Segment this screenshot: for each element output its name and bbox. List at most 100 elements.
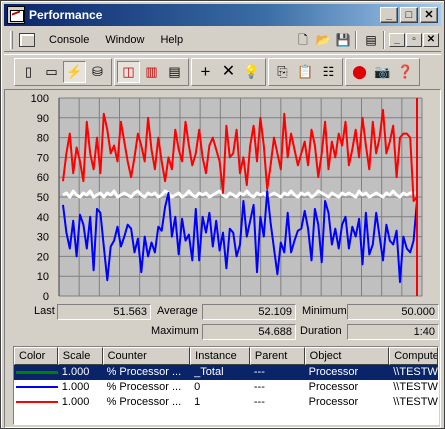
- y-tick-label: 90: [37, 113, 49, 125]
- performance-graph[interactable]: 1009080706050403020100: [9, 90, 439, 302]
- menu-window[interactable]: Window: [97, 34, 152, 46]
- properties-icon[interactable]: ☷: [317, 61, 340, 83]
- duration-value: 1:40: [347, 324, 439, 340]
- view-log-data-icon[interactable]: ⛁: [86, 61, 109, 83]
- legend-counter: % Processor ...: [106, 366, 182, 378]
- y-tick-label: 60: [37, 172, 49, 184]
- column-color[interactable]: Color: [14, 347, 58, 365]
- legend-instance: 0: [194, 381, 201, 393]
- column-parent[interactable]: Parent: [249, 347, 305, 365]
- last-value: 51.563: [57, 304, 151, 320]
- minimize-button[interactable]: _: [380, 7, 398, 23]
- legend-computer: \\TESTW: [393, 381, 438, 393]
- new-counter-set-icon[interactable]: ▯: [17, 61, 40, 83]
- last-label: Last: [34, 305, 55, 317]
- toolbar-group-update: ⬤ 📷 ❓: [345, 57, 420, 86]
- toolbar-group-display: ◫ ▥ ▤: [114, 57, 189, 86]
- menu-help[interactable]: Help: [152, 34, 191, 46]
- toolbar: ▯ ▭ ⚡ ⛁ ◫ ▥ ▤ + ✕ 💡 ⎘ 📋 ☷ ⬤ 📷 ❓: [4, 54, 441, 88]
- y-tick-label: 10: [37, 271, 49, 283]
- view-current-activity-icon[interactable]: ⚡: [63, 60, 86, 83]
- legend-scale: 1.000: [61, 396, 90, 408]
- add-counter-icon[interactable]: +: [194, 61, 217, 83]
- save-icon[interactable]: 💾: [334, 31, 352, 49]
- y-tick-label: 80: [37, 133, 49, 145]
- y-tick-label: 20: [37, 251, 49, 263]
- column-instance[interactable]: Instance: [190, 347, 250, 365]
- menu-bar: Console Window Help 🗋 📂 💾 ▤ _ ▫ ✕: [4, 28, 441, 52]
- legend-scale: 1.000: [61, 366, 90, 378]
- legend-parent: ---: [253, 396, 265, 408]
- legend-row[interactable]: 1.000 % Processor ... 0 --- Processor \\TESTW: [14, 380, 438, 395]
- view-report-icon[interactable]: ▤: [163, 61, 186, 83]
- legend-computer: \\TESTW: [393, 366, 438, 378]
- title-bar[interactable]: Performance _ □ ✕: [4, 4, 441, 26]
- highlight-icon[interactable]: 💡: [240, 61, 263, 83]
- freeze-display-icon[interactable]: ⬤: [348, 61, 371, 83]
- system-monitor-pane: 100 90 80 70 60 50 40 30 20 10 0 Last 51.563 Avera…: [4, 89, 441, 428]
- y-tick-label: 30: [37, 232, 49, 244]
- legend-scale: 1.000: [61, 381, 90, 393]
- column-object[interactable]: Object: [304, 347, 390, 365]
- legend-color-cell: [14, 365, 58, 380]
- column-counter[interactable]: Counter: [102, 347, 191, 365]
- child-restore-button[interactable]: ▫: [406, 32, 422, 47]
- y-tick-label: 70: [37, 152, 49, 164]
- y-tick-label: 50: [37, 192, 49, 204]
- legend-header: Color Scale Counter Instance Parent Obje…: [14, 347, 438, 365]
- average-value: 52.109: [202, 304, 296, 320]
- legend-color-cell: [14, 395, 58, 410]
- legend-object: Processor: [308, 381, 359, 393]
- console-system-menu-icon[interactable]: [19, 32, 35, 47]
- clear-display-icon[interactable]: ▭: [40, 61, 63, 83]
- duration-label: Duration: [300, 325, 342, 337]
- window-title: Performance: [29, 8, 103, 22]
- update-data-icon[interactable]: 📷: [371, 61, 394, 83]
- minimum-value: 50.000: [347, 304, 439, 320]
- legend-row[interactable]: 1.000 % Processor ... _Total --- Processor \\…: [14, 365, 438, 380]
- maximize-button[interactable]: □: [400, 7, 418, 23]
- performance-window: Performance _ □ ✕ Console Window Help 🗋 …: [0, 0, 445, 429]
- legend-counter: % Processor ...: [106, 381, 182, 393]
- view-histogram-icon[interactable]: ▥: [140, 61, 163, 83]
- legend-object: Processor: [308, 366, 359, 378]
- child-close-button[interactable]: ✕: [423, 32, 439, 47]
- legend-instance: 1: [194, 396, 201, 408]
- delete-counter-icon[interactable]: ✕: [217, 61, 240, 83]
- minimum-label: Minimum: [302, 305, 347, 317]
- legend-color-swatch: [16, 370, 58, 374]
- legend-computer: \\TESTW: [393, 396, 438, 408]
- y-axis-labels: 1009080706050403020100: [31, 93, 49, 302]
- legend-rows: 1.000 % Processor ... _Total --- Processor \\…: [14, 365, 438, 410]
- close-button[interactable]: ✕: [420, 7, 438, 23]
- legend-color-swatch: [16, 386, 58, 389]
- column-scale[interactable]: Scale: [57, 347, 103, 365]
- toolbar-group-view: ▯ ▭ ⚡ ⛁: [14, 57, 112, 86]
- copy-properties-icon[interactable]: ⎘: [271, 61, 294, 83]
- performance-app-icon[interactable]: [7, 6, 25, 24]
- maximum-value: 54.688: [202, 324, 296, 340]
- legend-object: Processor: [308, 396, 359, 408]
- legend-row[interactable]: 1.000 % Processor ... 1 --- Processor \\TESTW: [14, 395, 438, 410]
- new-file-icon[interactable]: 🗋: [294, 31, 312, 49]
- legend-parent: ---: [253, 366, 265, 378]
- toolbar-group-counters: + ✕ 💡: [191, 57, 266, 86]
- y-tick-label: 100: [31, 93, 49, 105]
- y-tick-label: 0: [43, 291, 49, 302]
- view-graph-icon[interactable]: ◫: [117, 60, 140, 83]
- open-folder-icon[interactable]: 📂: [314, 31, 332, 49]
- console-tree-icon[interactable]: ▤: [362, 31, 380, 49]
- paste-counter-list-icon[interactable]: 📋: [294, 61, 317, 83]
- help-icon[interactable]: ❓: [394, 61, 417, 83]
- menu-console[interactable]: Console: [41, 34, 97, 46]
- average-label: Average: [157, 305, 198, 317]
- legend-instance: _Total: [194, 366, 224, 378]
- toolbar-group-edit: ⎘ 📋 ☷: [268, 57, 343, 86]
- counter-legend[interactable]: Color Scale Counter Instance Parent Obje…: [13, 346, 439, 425]
- maximum-label: Maximum: [151, 325, 199, 337]
- menu-grip: [10, 30, 13, 49]
- legend-color-swatch: [16, 401, 58, 404]
- column-computer[interactable]: Computer: [389, 347, 438, 365]
- legend-color-cell: [14, 380, 58, 395]
- child-minimize-button[interactable]: _: [389, 32, 405, 47]
